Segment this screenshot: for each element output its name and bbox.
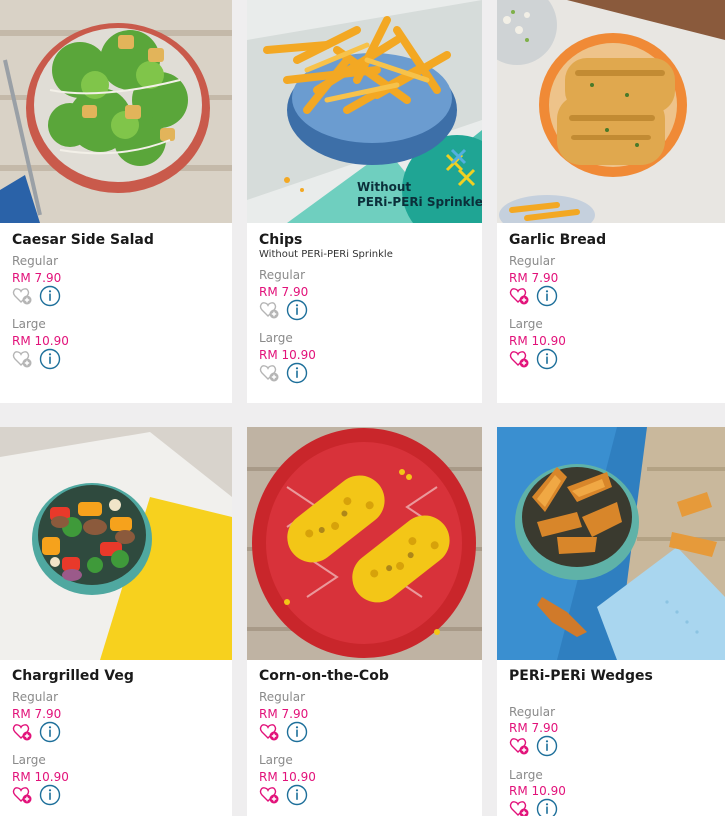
item-actions bbox=[259, 721, 319, 743]
size-label-regular: Regular bbox=[509, 705, 556, 719]
heart-plus-icon[interactable] bbox=[259, 721, 281, 743]
price-large: RM 10.90 bbox=[259, 770, 316, 784]
item-actions bbox=[509, 285, 569, 307]
price-large: RM 10.90 bbox=[12, 334, 69, 348]
info-icon[interactable] bbox=[39, 721, 61, 743]
price-large: RM 10.90 bbox=[12, 770, 69, 784]
chargrilled-veg-photo[interactable] bbox=[0, 427, 232, 660]
price-regular: RM 7.90 bbox=[12, 271, 62, 285]
item-name: Chips bbox=[259, 232, 303, 248]
price-regular: RM 7.90 bbox=[259, 707, 309, 721]
size-label-regular: Regular bbox=[509, 254, 556, 268]
heart-plus-icon[interactable] bbox=[12, 721, 34, 743]
item-actions bbox=[12, 721, 72, 743]
photo-overlay-text: Without PERi-PERi Sprinkle bbox=[357, 180, 482, 209]
item-actions bbox=[509, 348, 569, 370]
price-regular: RM 7.90 bbox=[509, 271, 559, 285]
size-label-regular: Regular bbox=[259, 268, 306, 282]
price-large: RM 10.90 bbox=[509, 334, 566, 348]
item-actions bbox=[12, 348, 72, 370]
heart-plus-icon[interactable] bbox=[259, 784, 281, 806]
info-icon[interactable] bbox=[536, 798, 558, 816]
item-name: Chargrilled Veg bbox=[12, 668, 134, 684]
info-icon[interactable] bbox=[536, 285, 558, 307]
item-actions bbox=[259, 299, 319, 321]
info-icon[interactable] bbox=[39, 348, 61, 370]
price-large: RM 10.90 bbox=[509, 784, 566, 798]
heart-plus-icon[interactable] bbox=[12, 285, 34, 307]
garlic-bread-photo[interactable] bbox=[497, 0, 725, 223]
heart-plus-icon[interactable] bbox=[12, 348, 34, 370]
info-icon[interactable] bbox=[286, 299, 308, 321]
price-large: RM 10.90 bbox=[259, 348, 316, 362]
size-label-large: Large bbox=[12, 317, 46, 331]
menu-item-card[interactable]: Without PERi-PERi Sprinkle Chips Without… bbox=[247, 0, 482, 403]
info-icon[interactable] bbox=[286, 784, 308, 806]
item-subtitle: Without PERi-PERi Sprinkle bbox=[259, 249, 393, 260]
size-label-large: Large bbox=[509, 317, 543, 331]
heart-plus-icon[interactable] bbox=[509, 735, 531, 757]
heart-plus-icon[interactable] bbox=[259, 299, 281, 321]
menu-item-card[interactable]: Chargrilled Veg Regular RM 7.90 Large RM… bbox=[0, 427, 232, 816]
price-regular: RM 7.90 bbox=[509, 721, 559, 735]
info-icon[interactable] bbox=[536, 735, 558, 757]
caesar-side-salad-photo[interactable] bbox=[0, 0, 232, 223]
item-actions bbox=[12, 784, 72, 806]
size-label-regular: Regular bbox=[12, 254, 59, 268]
item-name: Caesar Side Salad bbox=[12, 232, 154, 248]
item-name: Corn-on-the-Cob bbox=[259, 668, 389, 684]
size-label-large: Large bbox=[12, 753, 46, 767]
menu-item-card[interactable]: Caesar Side Salad Regular RM 7.90 Large … bbox=[0, 0, 232, 403]
item-name: PERi-PERi Wedges bbox=[509, 668, 653, 684]
corn-on-the-cob-photo[interactable] bbox=[247, 427, 482, 660]
size-label-large: Large bbox=[509, 768, 543, 782]
heart-plus-icon[interactable] bbox=[509, 348, 531, 370]
peri-peri-wedges-photo[interactable] bbox=[497, 427, 725, 660]
price-regular: RM 7.90 bbox=[259, 285, 309, 299]
menu-item-card[interactable]: Garlic Bread Regular RM 7.90 Large RM 10… bbox=[497, 0, 725, 403]
item-actions bbox=[259, 784, 319, 806]
heart-plus-icon[interactable] bbox=[259, 362, 281, 384]
item-actions bbox=[12, 285, 72, 307]
item-actions bbox=[509, 798, 569, 816]
info-icon[interactable] bbox=[286, 362, 308, 384]
menu-item-card[interactable]: Corn-on-the-Cob Regular RM 7.90 Large RM… bbox=[247, 427, 482, 816]
heart-plus-icon[interactable] bbox=[509, 285, 531, 307]
size-label-large: Large bbox=[259, 331, 293, 345]
item-actions bbox=[259, 362, 319, 384]
info-icon[interactable] bbox=[39, 285, 61, 307]
info-icon[interactable] bbox=[39, 784, 61, 806]
menu-item-card[interactable]: PERi-PERi Wedges Regular RM 7.90 Large R… bbox=[497, 427, 725, 816]
heart-plus-icon[interactable] bbox=[509, 798, 531, 816]
size-label-large: Large bbox=[259, 753, 293, 767]
size-label-regular: Regular bbox=[259, 690, 306, 704]
price-regular: RM 7.90 bbox=[12, 707, 62, 721]
heart-plus-icon[interactable] bbox=[12, 784, 34, 806]
info-icon[interactable] bbox=[536, 348, 558, 370]
info-icon[interactable] bbox=[286, 721, 308, 743]
item-name: Garlic Bread bbox=[509, 232, 607, 248]
size-label-regular: Regular bbox=[12, 690, 59, 704]
item-actions bbox=[509, 735, 569, 757]
